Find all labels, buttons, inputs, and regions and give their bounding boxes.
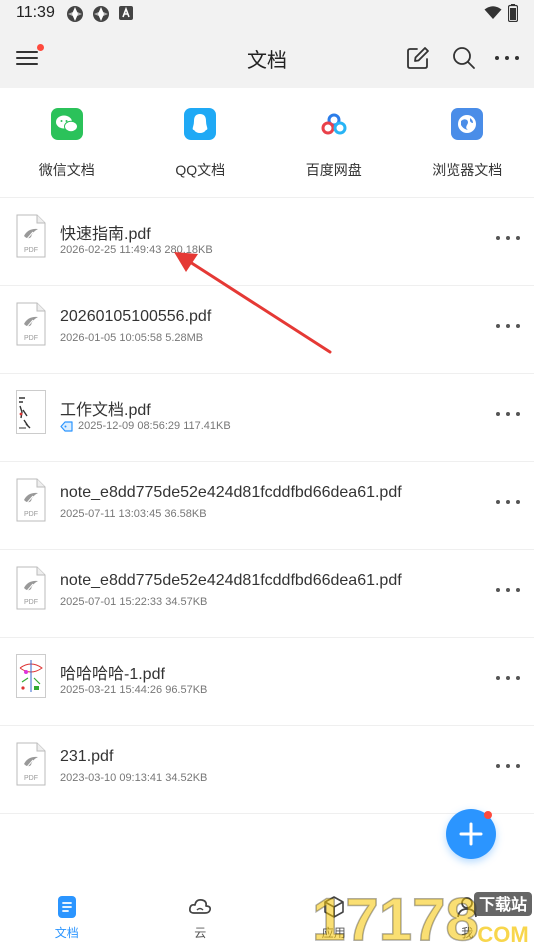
drawing-preview bbox=[16, 654, 46, 698]
svg-text:PDF: PDF bbox=[24, 599, 38, 606]
qq-icon bbox=[184, 108, 217, 140]
file-name: note_e8dd775de52e424d81fcddfbd66dea61.pd… bbox=[60, 572, 402, 589]
status-bar: 11:39 bbox=[0, 0, 534, 28]
source-label: 微信文档 bbox=[38, 162, 95, 178]
baidu-netdisk-icon bbox=[317, 108, 350, 140]
file-meta-text: 2025-12-09 08:56:29 117.41KB bbox=[78, 420, 231, 432]
file-name: 哈哈哈哈-1.pdf bbox=[60, 666, 165, 683]
more-icon bbox=[496, 412, 520, 416]
sync-icon bbox=[92, 5, 110, 28]
file-more-button[interactable] bbox=[494, 488, 522, 516]
more-icon bbox=[496, 236, 520, 240]
app-bar: 文档 bbox=[0, 28, 534, 88]
file-meta: 2026-01-05 10:05:58 5.28MB bbox=[60, 332, 203, 344]
more-icon bbox=[496, 588, 520, 592]
file-row[interactable]: PDF 20260105100556.pdf 2026-01-05 10:05:… bbox=[0, 286, 534, 374]
file-meta: 2026-02-25 11:49:43 280.18KB bbox=[60, 244, 213, 256]
wechat-icon bbox=[50, 108, 83, 140]
file-row[interactable]: 工作文档.pdf 2025-12-09 08:56:29 117.41KB bbox=[0, 374, 534, 462]
more-icon bbox=[496, 676, 520, 680]
document-sources: 微信文档 QQ文档 百度网盘 浏览器文档 bbox=[0, 88, 534, 198]
more-button[interactable] bbox=[492, 43, 522, 73]
file-name: note_e8dd775de52e424d81fcddfbd66dea61.pd… bbox=[60, 484, 402, 501]
tag-icon bbox=[60, 420, 73, 432]
more-icon bbox=[496, 324, 520, 328]
source-qq[interactable]: QQ文档 bbox=[134, 88, 268, 197]
file-meta: 2025-07-11 13:03:45 36.58KB bbox=[60, 508, 207, 520]
status-time: 11:39 bbox=[16, 4, 55, 21]
sync-icon bbox=[66, 5, 84, 28]
pdf-icon: PDF bbox=[16, 478, 46, 522]
more-icon bbox=[495, 56, 519, 60]
android-notification-icon bbox=[118, 5, 134, 28]
file-row[interactable]: PDF note_e8dd775de52e424d81fcddfbd66dea6… bbox=[0, 550, 534, 638]
status-notification-icons bbox=[66, 5, 134, 28]
file-name: 20260105100556.pdf bbox=[60, 308, 212, 325]
file-row[interactable]: 哈哈哈哈-1.pdf 2025-03-21 15:44:26 96.57KB bbox=[0, 638, 534, 726]
file-more-button[interactable] bbox=[494, 664, 522, 692]
file-meta: 2025-03-21 15:44:26 96.57KB bbox=[60, 684, 207, 696]
nav-label: 云 bbox=[194, 926, 207, 940]
source-label: 百度网盘 bbox=[305, 162, 362, 178]
file-meta-text: 2025-03-21 15:44:26 96.57KB bbox=[60, 684, 208, 696]
edit-button[interactable] bbox=[403, 43, 433, 73]
svg-text:下载站: 下载站 bbox=[479, 895, 527, 914]
file-row[interactable]: PDF 快速指南.pdf 2026-02-25 11:49:43 280.18K… bbox=[0, 198, 534, 286]
source-baidu-netdisk[interactable]: 百度网盘 bbox=[267, 88, 401, 197]
svg-text:PDF: PDF bbox=[24, 247, 38, 254]
file-more-button[interactable] bbox=[494, 400, 522, 428]
more-icon bbox=[496, 500, 520, 504]
file-meta-text: 2026-02-25 11:49:43 280.18KB bbox=[60, 244, 213, 256]
file-more-button[interactable] bbox=[494, 752, 522, 780]
svg-text:PDF: PDF bbox=[24, 511, 38, 518]
file-more-button[interactable] bbox=[494, 224, 522, 252]
browser-icon bbox=[451, 108, 484, 140]
battery-icon bbox=[507, 4, 519, 27]
file-name: 快速指南.pdf bbox=[60, 226, 151, 243]
file-row[interactable]: PDF note_e8dd775de52e424d81fcddfbd66dea6… bbox=[0, 462, 534, 550]
svg-text:PDF: PDF bbox=[24, 335, 38, 342]
pdf-icon: PDF bbox=[16, 742, 46, 786]
source-wechat[interactable]: 微信文档 bbox=[0, 88, 134, 197]
svg-text:PDF: PDF bbox=[24, 775, 38, 782]
search-button[interactable] bbox=[449, 43, 479, 73]
file-meta-text: 2025-07-01 15:22:33 34.57KB bbox=[60, 596, 208, 608]
file-more-button[interactable] bbox=[494, 576, 522, 604]
file-meta: 2025-12-09 08:56:29 117.41KB bbox=[60, 420, 231, 432]
file-meta: 2025-07-01 15:22:33 34.57KB bbox=[60, 596, 207, 608]
source-label: 浏览器文档 bbox=[432, 162, 503, 178]
source-label: QQ文档 bbox=[175, 162, 226, 178]
file-meta-text: 2026-01-05 10:05:58 5.28MB bbox=[60, 332, 204, 344]
file-name: 231.pdf bbox=[60, 748, 114, 765]
cloud-icon bbox=[189, 899, 212, 914]
svg-text:COM: COM bbox=[477, 922, 528, 947]
svg-text:17178: 17178 bbox=[312, 886, 479, 950]
file-meta: 2023-03-10 09:13:41 34.52KB bbox=[60, 772, 207, 784]
pdf-icon: PDF bbox=[16, 566, 46, 610]
nav-item-cloud[interactable]: 云 bbox=[134, 880, 268, 950]
pdf-icon: PDF bbox=[16, 214, 46, 258]
notification-dot bbox=[484, 811, 492, 819]
file-meta-text: 2025-07-11 13:03:45 36.58KB bbox=[60, 508, 207, 520]
file-list: PDF 快速指南.pdf 2026-02-25 11:49:43 280.18K… bbox=[0, 198, 534, 814]
source-browser[interactable]: 浏览器文档 bbox=[401, 88, 534, 197]
nav-label: 文档 bbox=[54, 926, 79, 940]
document-preview bbox=[16, 390, 46, 434]
file-more-button[interactable] bbox=[494, 312, 522, 340]
watermark-logo: 17178 下载站 COM bbox=[311, 885, 532, 950]
search-icon bbox=[453, 47, 475, 69]
file-row[interactable]: PDF 231.pdf 2023-03-10 09:13:41 34.52KB bbox=[0, 726, 534, 814]
file-name: 工作文档.pdf bbox=[60, 402, 151, 419]
more-icon bbox=[496, 764, 520, 768]
pdf-icon: PDF bbox=[16, 302, 46, 346]
status-system-icons bbox=[484, 4, 519, 27]
document-icon bbox=[57, 896, 76, 918]
nav-item-documents[interactable]: 文档 bbox=[0, 880, 134, 950]
wifi-icon bbox=[484, 6, 502, 25]
file-meta-text: 2023-03-10 09:13:41 34.52KB bbox=[60, 772, 208, 784]
edit-icon bbox=[407, 47, 429, 69]
